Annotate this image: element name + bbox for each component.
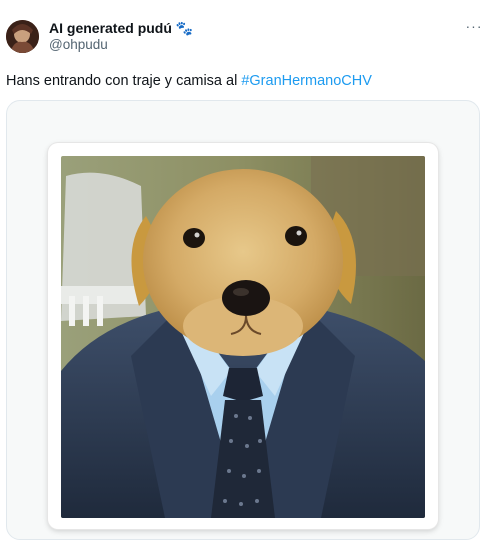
more-options-icon[interactable]: ··· <box>465 19 483 36</box>
avatar[interactable] <box>6 20 39 53</box>
avatar-image <box>6 20 39 53</box>
tweet-text: Hans entrando con traje y camisa al #Gra… <box>6 72 372 90</box>
dog-in-suit-photo[interactable] <box>61 156 425 518</box>
photo-image <box>61 156 425 518</box>
author-display-name[interactable]: AI generated pudú 🐾 <box>49 20 193 36</box>
tweet[interactable]: AI generated pudú 🐾 @ohpudu ··· Hans ent… <box>0 0 487 540</box>
hashtag-link[interactable]: #GranHermanoCHV <box>241 73 372 89</box>
author-handle[interactable]: @ohpudu <box>49 37 108 53</box>
tweet-text-body: Hans entrando con traje y camisa al <box>6 73 242 89</box>
